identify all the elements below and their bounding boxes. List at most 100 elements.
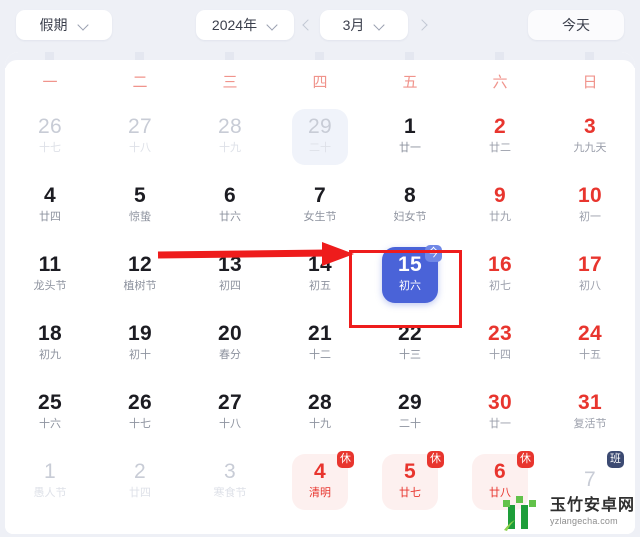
day-lunar-label: 十三	[399, 349, 421, 362]
day-lunar-label: 清明	[309, 487, 331, 500]
day-cell[interactable]: 26 十七	[5, 102, 95, 171]
day-cell[interactable]: 28 十九	[185, 102, 275, 171]
day-number: 8	[404, 184, 416, 208]
day-number: 22	[398, 322, 422, 346]
chevron-down-icon	[374, 20, 385, 31]
weekday-label: 六	[492, 74, 508, 91]
day-cell-inner: 29 二十	[382, 385, 438, 441]
day-number: 7	[584, 468, 596, 492]
day-cell[interactable]: 5 惊蛰	[95, 171, 185, 240]
day-lunar-label: 十二	[309, 349, 331, 362]
month-selector[interactable]: 3月	[320, 10, 408, 40]
day-lunar-label: 二十	[309, 142, 331, 155]
day-cell[interactable]: 1 愚人节	[5, 447, 95, 516]
day-number: 6	[224, 184, 236, 208]
day-cell[interactable]: 25 十六	[5, 378, 95, 447]
day-cell-inner: 24 十五	[562, 316, 618, 372]
chevron-down-icon	[267, 20, 278, 31]
day-cell[interactable]: 3 寒食节	[185, 447, 275, 516]
day-cell[interactable]: 20 春分	[185, 309, 275, 378]
day-cell-inner: 3 寒食节	[202, 454, 258, 510]
day-cell-inner: 1 愚人节	[22, 454, 78, 510]
day-cell[interactable]: 11 龙头节	[5, 240, 95, 309]
day-cell[interactable]: 4 廿四	[5, 171, 95, 240]
day-number: 29	[308, 115, 332, 139]
day-cell-inner: 11 龙头节	[22, 247, 78, 303]
holiday-selector[interactable]: 假期	[16, 10, 112, 40]
day-number: 3	[584, 115, 596, 139]
day-cell[interactable]: 30 廿一	[455, 378, 545, 447]
day-cell-inner: 29 二十	[292, 108, 348, 165]
day-cell[interactable]: 24 十五	[545, 309, 635, 378]
day-cell[interactable]: 5 廿七 休	[365, 447, 455, 516]
day-number: 29	[398, 391, 422, 415]
today-button[interactable]: 今天	[528, 10, 624, 40]
day-cell[interactable]: 10 初一	[545, 171, 635, 240]
day-lunar-label: 初八	[579, 280, 601, 293]
day-lunar-label: 初五	[309, 280, 331, 293]
day-lunar-label: 十八	[129, 142, 151, 155]
day-cell[interactable]: 23 十四	[455, 309, 545, 378]
day-cell[interactable]: 18 初九	[5, 309, 95, 378]
calendar-week-row: 4 廿四 5 惊蛰 6 廿六 7 女生节 8 妇女节 9 廿九 10 初一	[5, 171, 635, 240]
day-lunar-label: 复活节	[573, 418, 607, 431]
day-number: 14	[308, 253, 332, 277]
day-lunar-label: 龙头节	[33, 280, 67, 293]
day-cell-inner: 6 廿八 休	[472, 450, 534, 510]
day-cell[interactable]: 21 十二	[275, 309, 365, 378]
day-cell[interactable]: 29 二十	[275, 102, 365, 171]
day-cell[interactable]: 6 廿八 休	[455, 447, 545, 516]
day-cell[interactable]: 26 十七	[95, 378, 185, 447]
day-cell[interactable]: 12 植树节	[95, 240, 185, 309]
weekday-label: 日	[582, 74, 598, 91]
calendar-app: 假期 2024年 3月 今天 一二三四五六 日 26 十七 27 十八 28 十…	[0, 0, 640, 537]
day-cell[interactable]: 17 初八	[545, 240, 635, 309]
day-lunar-label: 廿四	[129, 487, 151, 500]
day-cell-inner: 7班	[562, 450, 624, 510]
day-lunar-label: 廿四	[39, 211, 61, 224]
day-cell[interactable]: 1 廿一	[365, 102, 455, 171]
calendar-week-row: 1 愚人节 2 廿四 3 寒食节 4 清明休 5 廿七休 6 廿八休 7 班	[5, 447, 635, 516]
day-cell[interactable]: 14 初五	[275, 240, 365, 309]
day-cell[interactable]: 2 廿四	[95, 447, 185, 516]
day-number: 23	[488, 322, 512, 346]
day-number: 28	[218, 115, 242, 139]
day-cell[interactable]: 3 九九天	[545, 102, 635, 171]
day-cell-inner: 15 初六 今	[382, 244, 442, 303]
day-lunar-label: 妇女节	[393, 211, 427, 224]
day-lunar-label: 廿七	[399, 487, 421, 500]
weekday-label: 二	[132, 74, 148, 91]
day-cell-inner: 10 初一	[562, 178, 618, 234]
day-number: 21	[308, 322, 332, 346]
day-lunar-label: 初六	[399, 280, 421, 293]
chevron-left-icon	[303, 21, 312, 30]
year-selector-label: 2024年	[211, 17, 258, 33]
day-cell[interactable]: 13 初四	[185, 240, 275, 309]
day-cell[interactable]: 27 十八	[185, 378, 275, 447]
day-cell[interactable]: 7班	[545, 447, 635, 516]
day-cell[interactable]: 29 二十	[365, 378, 455, 447]
day-cell[interactable]: 19 初十	[95, 309, 185, 378]
day-cell[interactable]: 15 初六 今	[365, 240, 455, 309]
day-cell[interactable]: 4 清明 休	[275, 447, 365, 516]
day-cell[interactable]: 16 初七	[455, 240, 545, 309]
day-lunar-label: 惊蛰	[129, 211, 151, 224]
weekday-label: 四	[312, 74, 328, 91]
day-cell[interactable]: 7 女生节	[275, 171, 365, 240]
day-cell[interactable]: 31 复活节	[545, 378, 635, 447]
day-cell[interactable]: 28 十九	[275, 378, 365, 447]
day-number: 17	[578, 253, 602, 277]
day-number: 26	[128, 391, 152, 415]
day-cell-inner: 28 十九	[292, 385, 348, 441]
day-cell[interactable]: 2 廿二	[455, 102, 545, 171]
prev-month-button[interactable]	[294, 10, 320, 40]
year-selector[interactable]: 2024年	[196, 10, 294, 40]
day-cell[interactable]: 27 十八	[95, 102, 185, 171]
day-cell-inner: 1 廿一	[382, 109, 438, 165]
day-cell[interactable]: 6 廿六	[185, 171, 275, 240]
next-month-button[interactable]	[408, 10, 434, 40]
day-cell[interactable]: 9 廿九	[455, 171, 545, 240]
day-cell[interactable]: 22 十三	[365, 309, 455, 378]
calendar-week-row: 26 十七 27 十八 28 十九 29 二十 1 廿一 2 廿二 3 九九天	[5, 102, 635, 171]
day-cell[interactable]: 8 妇女节	[365, 171, 455, 240]
